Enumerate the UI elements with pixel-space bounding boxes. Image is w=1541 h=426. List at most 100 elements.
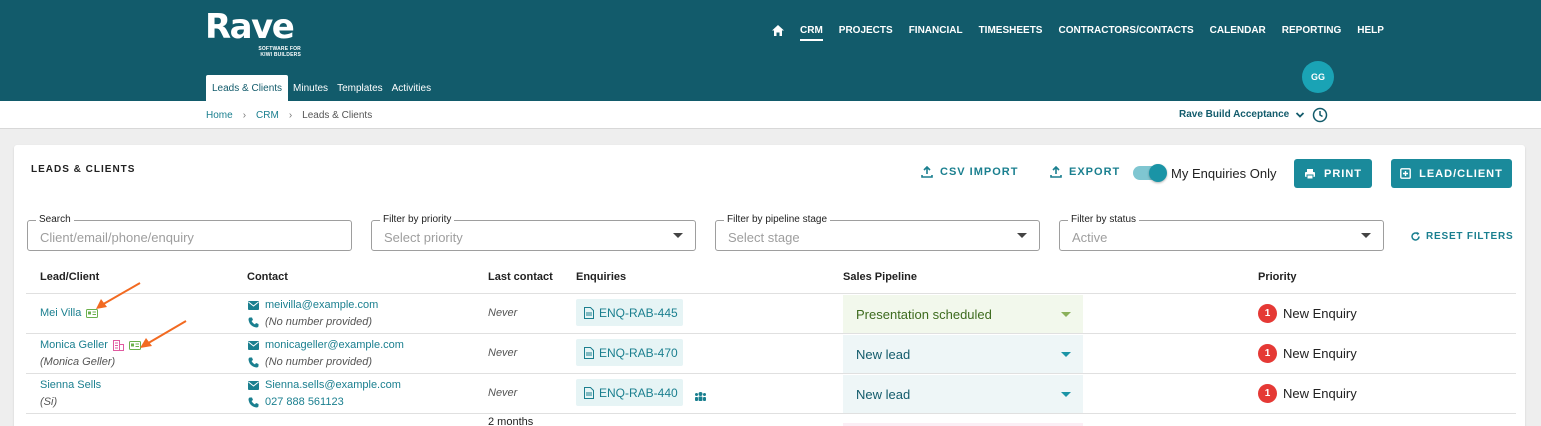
main-nav: CRM PROJECTS FINANCIAL TIMESHEETS CONTRA… [772,22,1400,41]
reset-filters-label: RESET FILTERS [1426,231,1514,242]
email-text: meivilla@example.com [265,299,379,311]
search-label: Search [36,214,74,225]
pipeline-value: New lead [856,346,911,362]
refresh-icon [1411,231,1420,241]
header-divider [26,293,1516,294]
home-icon[interactable] [772,23,786,37]
phone-text: 027 888 561123 [265,396,344,408]
breadcrumb-separator: › [242,110,247,121]
priority-number: 1 [1258,384,1277,403]
pipeline-select[interactable]: New lead [843,335,1083,374]
nav-crm[interactable]: CRM [800,25,823,41]
document-icon [584,306,594,319]
add-box-icon [1400,168,1412,179]
search-input[interactable]: Search Client/email/phone/enquiry [27,214,352,251]
nav-calendar[interactable]: CALENDAR [1210,25,1266,36]
page-title: LEADS & CLIENTS [31,164,136,175]
email-icon [248,380,259,390]
phone-icon [248,357,259,367]
lead-name: Mei Villa [40,307,82,319]
priority-badge: 1 New Enquiry [1258,304,1357,323]
enquiry-chip[interactable]: ENQ-RAB-445 [576,299,683,326]
priority-filter-select[interactable]: Filter by priority Select priority [371,214,696,251]
table-row-name[interactable]: Mei Villa [40,307,99,319]
enquiry-id: ENQ-RAB-445 [599,305,678,320]
lead-alias: (Si) [40,396,58,408]
nav-reporting[interactable]: REPORTING [1282,25,1341,36]
last-contact: 2 months [488,416,534,426]
nav-timesheets[interactable]: TIMESHEETS [979,25,1043,36]
breadcrumb-current: Leads & Clients [302,110,373,121]
export-label: EXPORT [1069,166,1121,178]
priority-text: New Enquiry [1283,306,1357,321]
email-text: Sienna.sells@example.com [265,379,401,391]
my-enquiries-toggle[interactable] [1133,164,1167,182]
annotation-arrow-icon [96,282,141,309]
status-filter-select[interactable]: Filter by status Active [1059,214,1384,251]
stage-filter-value: Select stage [728,230,800,245]
last-contact: Never [488,387,518,399]
add-lead-client-button[interactable]: LEAD/CLIENT [1391,159,1512,188]
contact-email[interactable]: monicageller@example.com [248,339,404,351]
col-header-priority[interactable]: Priority [1258,271,1297,283]
contact-email[interactable]: Sienna.sells@example.com [248,379,401,391]
breadcrumb-home[interactable]: Home [206,110,233,121]
enquiry-chip[interactable]: ENQ-RAB-470 [576,339,683,366]
lead-name: Monica Geller [40,339,108,351]
breadcrumb-crm[interactable]: CRM [256,110,279,121]
rave-logo[interactable]: Rave SOFTWARE FOR KIWI BUILDERS [205,7,301,58]
col-header-contact[interactable]: Contact [247,271,288,283]
contact-email[interactable]: meivilla@example.com [248,299,378,311]
status-filter-label: Filter by status [1068,214,1140,225]
priority-badge: 1 New Enquiry [1258,384,1357,403]
print-label: PRINT [1324,167,1362,180]
pipeline-select[interactable]: New lead [843,375,1083,414]
col-header-last-contact[interactable]: Last contact [488,271,553,283]
tab-minutes[interactable]: Minutes [289,75,332,101]
reset-filters-button[interactable]: RESET FILTERS [1410,231,1513,242]
nav-contractors-contacts[interactable]: CONTRACTORS/CONTACTS [1058,25,1193,36]
enquiry-id: ENQ-RAB-470 [599,345,678,360]
document-icon [584,386,594,399]
nav-projects[interactable]: PROJECTS [839,25,893,36]
priority-filter-value: Select priority [384,230,463,245]
nav-help[interactable]: HELP [1357,25,1384,36]
chevron-down-icon [1295,110,1305,120]
contact-phone: (No number provided) [248,316,372,328]
table-row-name[interactable]: Sienna Sells [40,379,101,391]
contact-phone[interactable]: 027 888 561123 [248,396,344,408]
phone-icon [248,397,259,407]
priority-filter-label: Filter by priority [380,214,455,225]
lead-alias: (Monica Geller) [40,356,116,368]
col-header-lead-client[interactable]: Lead/Client [40,271,99,283]
export-icon [1050,166,1062,178]
breadcrumb-separator: › [288,110,293,121]
status-filter-value: Active [1072,230,1108,245]
logo-wordmark: Rave [205,7,295,47]
phone-icon [248,317,259,327]
tab-activities[interactable]: Activities [388,75,435,101]
dropdown-caret-icon [673,233,683,238]
people-group-icon[interactable] [694,388,707,406]
pipeline-select[interactable]: Presentation scheduled [843,295,1083,334]
tab-leads-clients[interactable]: Leads & Clients [206,75,289,101]
export-button[interactable]: EXPORT [1050,166,1120,178]
annotation-arrow-icon [140,320,187,348]
company-selector[interactable]: Rave Build Acceptance [1179,109,1305,120]
top-header: Rave SOFTWARE FOR KIWI BUILDERS CRM PROJ… [0,0,1541,101]
print-button[interactable]: PRINT [1294,159,1372,188]
csv-import-button[interactable]: CSV IMPORT [921,166,1018,178]
table-row-name[interactable]: Monica Geller [40,339,141,351]
nav-financial[interactable]: FINANCIAL [909,25,963,36]
stage-filter-select[interactable]: Filter by pipeline stage Select stage [715,214,1040,251]
col-header-sales-pipeline[interactable]: Sales Pipeline [843,271,917,283]
enquiry-chip[interactable]: ENQ-RAB-440 [576,379,683,406]
enquiry-id: ENQ-RAB-440 [599,385,678,400]
history-clock-icon[interactable] [1312,107,1328,123]
sub-nav: Leads & Clients Minutes Templates Activi… [206,75,436,101]
col-header-enquiries[interactable]: Enquiries [576,271,626,283]
tab-templates[interactable]: Templates [333,75,387,101]
user-avatar[interactable]: GG [1302,61,1334,93]
toggle-knob [1149,164,1167,182]
company-name: Rave Build Acceptance [1179,109,1290,120]
